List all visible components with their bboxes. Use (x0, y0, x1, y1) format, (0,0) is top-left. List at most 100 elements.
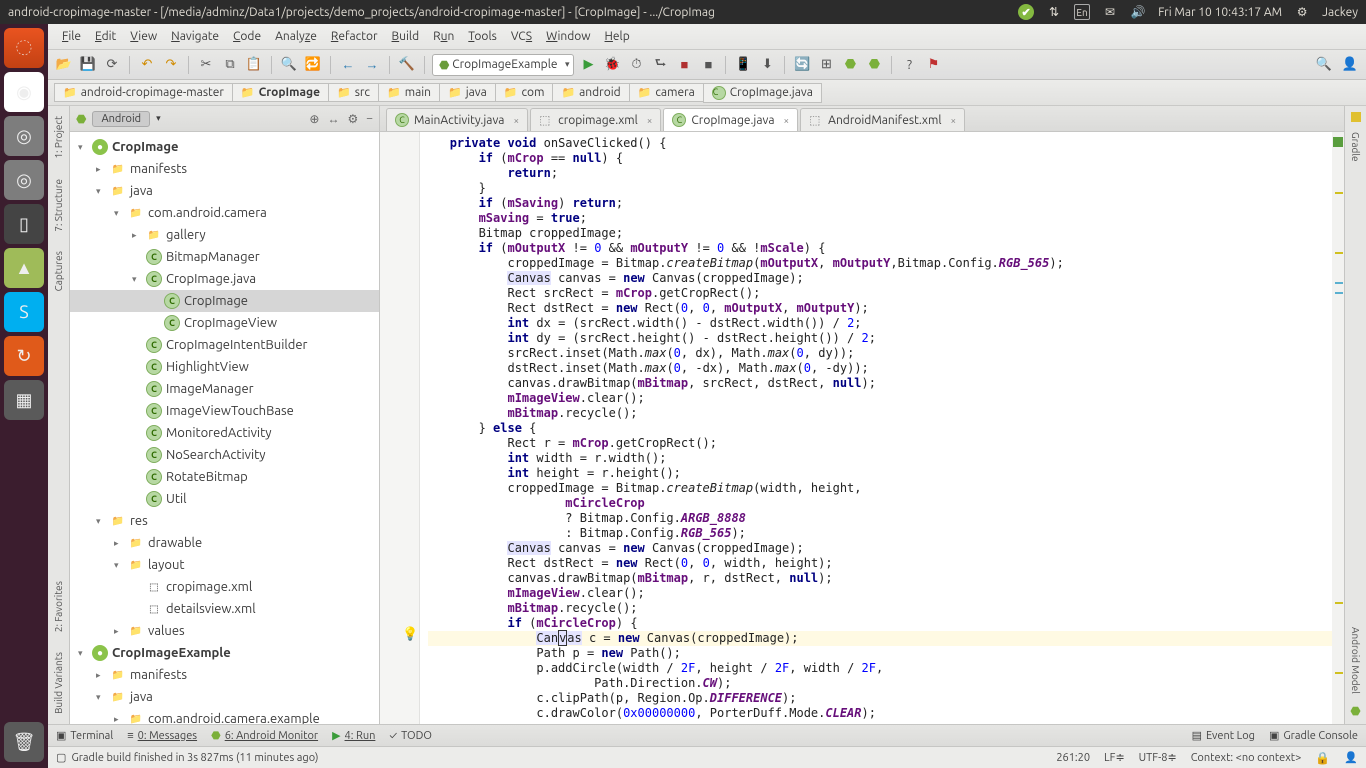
tree-item[interactable]: CBitmapManager (70, 246, 379, 268)
source-code[interactable]: private void onSaveClicked() { if (mCrop… (380, 132, 1344, 724)
menu-analyze[interactable]: Analyze (269, 28, 323, 45)
lock-icon[interactable]: 🔒 (1315, 751, 1330, 765)
tree-item[interactable]: ▸📁manifests (70, 664, 379, 686)
save-icon[interactable]: 💾 (78, 55, 98, 75)
tree-item[interactable]: ▾●CropImageExample (70, 642, 379, 664)
tree-item[interactable]: ▾📁java (70, 686, 379, 708)
tree-item[interactable]: ▾📁com.android.camera (70, 202, 379, 224)
menu-edit[interactable]: Edit (89, 28, 122, 45)
debug-icon[interactable]: 🐞 (602, 55, 622, 75)
trash-icon[interactable]: 🗑 (4, 722, 44, 762)
editor-tab[interactable]: ⬚cropimage.xml× (530, 108, 661, 131)
run-icon[interactable]: ▶ (578, 55, 598, 75)
tab-run[interactable]: ▶ 4: Run (332, 729, 375, 742)
stop-icon[interactable]: ■ (674, 55, 694, 75)
back-icon[interactable]: ← (338, 55, 358, 75)
tab-android-model[interactable]: Android Model (1348, 617, 1363, 704)
menu-refactor[interactable]: Refactor (325, 28, 384, 45)
tab-build-variants[interactable]: Build Variants (51, 642, 66, 724)
mail-icon[interactable]: ✉ (1102, 4, 1118, 20)
code-viewport[interactable]: 💡 private void onSaveClicked() { if (mCr… (380, 132, 1344, 724)
android-icon[interactable]: ⬣ (840, 55, 860, 75)
sync-icon[interactable]: ⟳ (102, 55, 122, 75)
user-name[interactable]: Jackey (1322, 6, 1358, 19)
close-tab-icon[interactable]: × (784, 115, 790, 126)
tree-item[interactable]: ▾●CropImage (70, 136, 379, 158)
forward-icon[interactable]: → (362, 55, 382, 75)
menu-tools[interactable]: Tools (462, 28, 503, 45)
avd-icon[interactable]: 📱 (733, 55, 753, 75)
disk-icon[interactable]: ◎ (4, 116, 44, 156)
android-studio-icon[interactable]: ▲ (4, 248, 44, 288)
cut-icon[interactable]: ✂ (196, 55, 216, 75)
editor-tab[interactable]: CMainActivity.java× (386, 108, 528, 131)
crumb-file[interactable]: CCropImage.java (703, 83, 822, 103)
status-toggle-icon[interactable]: ▢ (56, 751, 66, 764)
tree-item[interactable]: CCropImage (70, 290, 379, 312)
hector-icon[interactable]: 👤 (1344, 751, 1358, 764)
make-icon[interactable]: 🔨 (397, 55, 417, 75)
tab-project[interactable]: 1: Project (51, 106, 66, 169)
android2-icon[interactable]: ⬣ (864, 55, 884, 75)
status-encoding[interactable]: UTF-8≑ (1139, 751, 1177, 764)
tree-item[interactable]: ▸📁manifests (70, 158, 379, 180)
tab-todo[interactable]: ✓ TODO (389, 730, 432, 742)
tree-item[interactable]: ▾CCropImage.java (70, 268, 379, 290)
struct-icon[interactable]: ⊞ (816, 55, 836, 75)
menu-window[interactable]: Window (540, 28, 596, 45)
undo-icon[interactable]: ↶ (137, 55, 157, 75)
tree-item[interactable]: CCropImageView (70, 312, 379, 334)
tab-terminal[interactable]: ▣ Terminal (56, 729, 113, 742)
tree-item[interactable]: CNoSearchActivity (70, 444, 379, 466)
tree-item[interactable]: ⬚detailsview.xml (70, 598, 379, 620)
status-context[interactable]: Context: <no context> (1191, 752, 1302, 764)
open-icon[interactable]: 📂 (54, 55, 74, 75)
project-tree[interactable]: ▾●CropImage▸📁manifests▾📁java▾📁com.androi… (70, 132, 379, 724)
help-icon[interactable]: ? (899, 55, 919, 75)
copy-icon[interactable]: ⧉ (220, 55, 240, 75)
lang-indicator[interactable]: En (1074, 4, 1090, 20)
tab-captures[interactable]: Captures (51, 241, 66, 301)
network-icon[interactable]: ⇅ (1046, 4, 1062, 20)
disk2-icon[interactable]: ◎ (4, 160, 44, 200)
menu-vcs[interactable]: VCS (505, 28, 538, 45)
hide-icon[interactable]: − (366, 112, 373, 126)
editor-tab[interactable]: CCropImage.java× (663, 108, 798, 131)
sdk-icon[interactable]: ⬇ (757, 55, 777, 75)
tab-event-log[interactable]: ▤ Event Log (1192, 729, 1255, 742)
crumb-module[interactable]: 📁CropImage (232, 83, 329, 102)
menu-view[interactable]: View (124, 28, 163, 45)
volume-icon[interactable]: 🔊 (1130, 4, 1146, 20)
tab-gradle-console[interactable]: ▣ Gradle Console (1269, 729, 1358, 742)
profile-icon[interactable]: ⏱ (626, 55, 646, 75)
menu-code[interactable]: Code (227, 28, 267, 45)
replace-icon[interactable]: 🔁 (303, 55, 323, 75)
tree-item[interactable]: CUtil (70, 488, 379, 510)
tree-item[interactable]: CRotateBitmap (70, 466, 379, 488)
intention-bulb-icon[interactable]: 💡 (402, 627, 418, 642)
tree-item[interactable]: ▾📁layout (70, 554, 379, 576)
crumb-root[interactable]: 📁android-cropimage-master (54, 83, 233, 102)
dash-icon[interactable]: ◌ (4, 28, 44, 68)
tree-item[interactable]: CHighlightView (70, 356, 379, 378)
tab-android-monitor[interactable]: ⬣ 6: Android Monitor (211, 729, 318, 742)
menu-run[interactable]: Run (427, 28, 460, 45)
project-view-combo[interactable]: Android (92, 111, 150, 127)
crumb-com[interactable]: 📁com (495, 83, 554, 102)
menu-navigate[interactable]: Navigate (165, 28, 225, 45)
tree-item[interactable]: CImageManager (70, 378, 379, 400)
updater-icon[interactable]: ↻ (4, 336, 44, 376)
user-icon[interactable]: 👤 (1340, 55, 1360, 75)
crumb-android[interactable]: 📁android (552, 83, 629, 102)
tab-structure[interactable]: 7: Structure (51, 169, 66, 242)
tree-item[interactable]: ▾📁java (70, 180, 379, 202)
find-icon[interactable]: 🔍 (279, 55, 299, 75)
redo-icon[interactable]: ↷ (161, 55, 181, 75)
phone-icon[interactable]: ▯ (4, 204, 44, 244)
sync-done-icon[interactable]: ✔ (1018, 4, 1034, 20)
status-line-sep[interactable]: LF≑ (1104, 751, 1125, 764)
close-tab-icon[interactable]: × (647, 115, 653, 126)
editor-tab[interactable]: ⬚AndroidManifest.xml× (800, 108, 965, 131)
tab-gradle[interactable]: Gradle (1348, 122, 1363, 172)
menu-build[interactable]: Build (386, 28, 426, 45)
